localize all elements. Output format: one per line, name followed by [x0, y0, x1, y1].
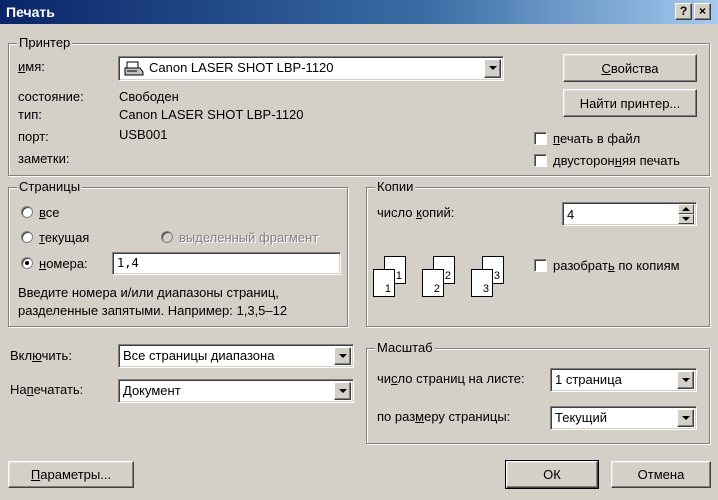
- close-button[interactable]: ×: [694, 3, 711, 20]
- pages-per-sheet-label: число страниц на листе:: [377, 371, 525, 386]
- printer-select-value: Canon LASER SHOT LBP-1120: [149, 60, 334, 75]
- pages-selection-label: выделенный фрагмент: [179, 230, 319, 245]
- fit-to-page-value: Текущий: [555, 410, 607, 425]
- notes-label: заметки:: [18, 151, 70, 166]
- spin-up-icon[interactable]: [678, 204, 694, 214]
- printer-legend: Принтер: [17, 35, 73, 51]
- spin-down-icon[interactable]: [678, 214, 694, 224]
- pages-current-radio[interactable]: [21, 231, 33, 243]
- collate-sheet-front: 1: [373, 269, 395, 297]
- print-dialog: Печать ? × Принтер имя: Canon LASER SHOT…: [0, 0, 718, 500]
- print-to-file-checkbox[interactable]: [534, 132, 547, 145]
- type-value: Canon LASER SHOT LBP-1120: [119, 107, 304, 122]
- port-value: USB001: [119, 127, 168, 142]
- properties-button[interactable]: Свойства: [563, 54, 697, 82]
- pages-per-sheet-value: 1 страница: [555, 372, 622, 387]
- help-button[interactable]: ?: [675, 3, 692, 20]
- pages-legend: Страницы: [17, 179, 83, 195]
- copies-count-value: 4: [567, 207, 575, 222]
- printer-icon: [124, 61, 144, 76]
- collate-checkbox[interactable]: [534, 259, 547, 272]
- page-numbers-value: 1,4: [117, 256, 139, 270]
- copies-count-label: число копий:: [377, 205, 455, 220]
- window-title: Печать: [6, 4, 55, 20]
- printer-name-label: имя:: [18, 59, 45, 74]
- duplex-checkbox[interactable]: [534, 154, 547, 167]
- collate-sheet-front: 2: [422, 269, 444, 297]
- collate-sheet-front: 3: [471, 269, 493, 297]
- pages-hint-line2: разделенные запятыми. Например: 1,3,5–12: [18, 303, 288, 318]
- print-what-label: Напечатать:: [10, 382, 84, 397]
- fit-to-page-label: по размеру страницы:: [377, 409, 511, 424]
- print-what-select[interactable]: Документ: [118, 379, 354, 403]
- duplex-label[interactable]: двусторонняя печать: [553, 153, 680, 169]
- fit-to-page-select[interactable]: Текущий: [550, 406, 697, 430]
- printer-dropdown-arrow-icon[interactable]: [484, 59, 501, 78]
- find-printer-button[interactable]: Найти принтер...: [563, 89, 697, 117]
- pages-hint-line1: Введите номера и/или диапазоны страниц,: [18, 285, 279, 300]
- pages-numbers-label[interactable]: номера:: [39, 256, 88, 272]
- cancel-button[interactable]: Отмена: [611, 461, 711, 488]
- scale-legend: Масштаб: [375, 340, 435, 356]
- pages-all-radio[interactable]: [21, 206, 33, 218]
- pages-selection-radio[interactable]: [161, 231, 173, 243]
- options-button[interactable]: Параметры...: [8, 461, 134, 488]
- pages-current-label[interactable]: текущая: [39, 230, 89, 246]
- include-label: Включить:: [10, 348, 72, 363]
- pages-per-sheet-dropdown-arrow-icon[interactable]: [677, 371, 694, 389]
- print-what-select-value: Документ: [123, 383, 181, 398]
- port-label: порт:: [18, 129, 49, 144]
- page-numbers-input[interactable]: 1,4: [112, 252, 341, 275]
- ok-button[interactable]: ОК: [505, 460, 599, 489]
- print-what-dropdown-arrow-icon[interactable]: [334, 382, 351, 400]
- pages-per-sheet-select[interactable]: 1 страница: [550, 368, 697, 392]
- copies-count-input[interactable]: 4: [562, 202, 697, 226]
- include-select[interactable]: Все страницы диапазона: [118, 344, 354, 368]
- pages-numbers-radio[interactable]: [21, 257, 33, 269]
- collate-label[interactable]: разобрать по копиям: [553, 258, 680, 274]
- status-label: состояние:: [18, 89, 84, 104]
- printer-select[interactable]: Canon LASER SHOT LBP-1120: [118, 56, 504, 81]
- type-label: тип:: [18, 107, 42, 122]
- include-dropdown-arrow-icon[interactable]: [334, 347, 351, 365]
- fit-to-page-dropdown-arrow-icon[interactable]: [677, 409, 694, 427]
- pages-all-label[interactable]: все: [39, 205, 60, 221]
- status-value: Свободен: [119, 89, 179, 104]
- include-select-value: Все страницы диапазона: [123, 348, 275, 363]
- title-bar: Печать ? ×: [0, 0, 718, 24]
- copies-legend: Копии: [375, 179, 416, 195]
- print-to-file-label[interactable]: печать в файл: [553, 131, 640, 147]
